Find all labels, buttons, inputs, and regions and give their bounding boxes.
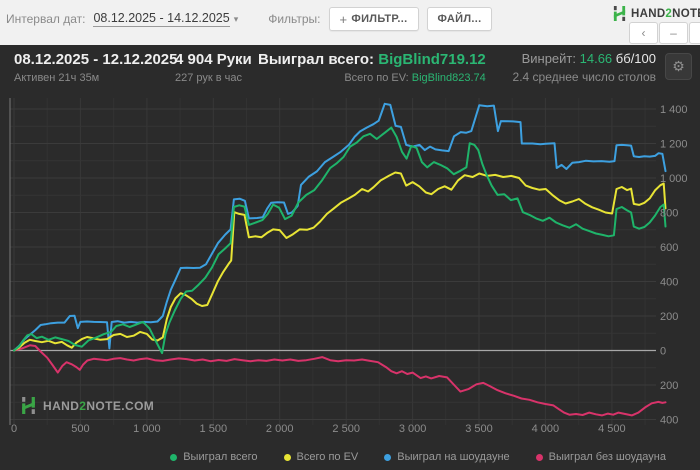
winnings-chart[interactable]: 1 400 1 200 1 000 800 600 400 200 0 200 400 0 500 1 …: [0, 90, 700, 442]
chevron-down-icon: ▾: [233, 13, 239, 24]
hands-count: 4 904 Руки: [175, 51, 252, 68]
winrate-block: Винрейт: 14.66 бб/100 2.4 среднее число …: [513, 51, 656, 84]
winnings-chart-svg[interactable]: 1 400 1 200 1 000 800 600 400 200 0 200 400 0 500 1 …: [0, 90, 700, 442]
y-axis-tick-label: 400: [660, 277, 678, 289]
legend-item[interactable]: Всего по EV: [283, 451, 359, 463]
top-toolbar: Интервал дат: 08.12.2025 - 14.12.2025 ▾ …: [0, 0, 700, 45]
avg-tables: 2.4 среднее число столов: [512, 70, 656, 84]
legend-dot-icon: [535, 453, 543, 461]
won-total-value: BigBlind719.12: [378, 51, 486, 68]
report-date-range: 08.12.2025 - 12.12.2025: [14, 51, 178, 68]
report-date-block: 08.12.2025 - 12.12.2025 Активен 21ч 35м: [14, 51, 177, 84]
gear-icon: ⚙: [672, 58, 685, 74]
y-axis-tick-label: 200: [660, 380, 678, 392]
y-axis-tick-label: 800: [660, 208, 678, 220]
file-button-label: ФАЙЛ...: [437, 13, 482, 25]
winrate-units: бб/100: [615, 51, 656, 66]
x-axis-tick-label: 4 500: [598, 423, 626, 435]
back-icon: ‹: [641, 26, 646, 40]
legend-dot-icon: [283, 453, 291, 461]
winrate-line: Винрейт: 14.66 бб/100: [521, 51, 656, 66]
nav-more-button[interactable]: ›: [689, 22, 700, 44]
x-axis-tick-label: 4 000: [532, 423, 560, 435]
y-axis-tick-label: 1 000: [660, 173, 688, 185]
x-axis-tick-label: 3 000: [399, 423, 427, 435]
winrate-value: 14.66: [579, 51, 613, 66]
plus-icon: +: [339, 11, 348, 27]
interval-label: Интервал дат:: [6, 12, 86, 26]
y-axis-tick-label: 1 400: [660, 104, 688, 116]
minimize-icon: –: [670, 26, 677, 40]
filters-label: Фильтры:: [268, 12, 321, 26]
series-line: [13, 126, 667, 355]
hand2note-watermark-icon: [22, 397, 35, 414]
x-axis-tick-label: 2 000: [266, 423, 294, 435]
ev-total-value: BigBlind823.74: [411, 72, 486, 84]
filter-button[interactable]: + ФИЛЬТР...: [328, 7, 419, 31]
x-axis-tick-label: 0: [11, 423, 17, 435]
legend-item[interactable]: Выиграл без шоудауна: [535, 451, 666, 463]
hand2note-app: { "topbar": { "interval_label": "Интерва…: [0, 0, 700, 470]
y-axis-tick-label: 1 200: [660, 139, 688, 151]
date-range-value[interactable]: 08.12.2025 - 14.12.2025: [93, 11, 230, 27]
report-panel: 08.12.2025 - 12.12.2025 Активен 21ч 35м …: [0, 45, 700, 470]
hand2note-logo-icon: [613, 6, 626, 21]
nav-back-button[interactable]: ‹: [629, 22, 658, 44]
hands-per-hour: 227 рук в час: [175, 72, 243, 84]
chart-legend: Выиграл всего Всего по EV Выиграл на шоуда…: [0, 451, 700, 463]
legend-label: Выиграл всего: [183, 451, 258, 463]
y-axis-tick-label: 200: [660, 311, 678, 323]
legend-label: Выиграл на шоудауне: [397, 451, 510, 463]
x-axis-tick-label: 1 000: [133, 423, 161, 435]
y-axis-tick-label: 400: [660, 415, 678, 427]
y-axis-tick-label: 0: [660, 346, 666, 358]
ev-total-line: Всего по EV: BigBlind823.74: [344, 72, 486, 84]
settings-button[interactable]: ⚙: [665, 53, 692, 80]
y-axis-tick-label: 600: [660, 242, 678, 254]
date-range-select[interactable]: 08.12.2025 - 14.12.2025 ▾: [93, 11, 238, 27]
watermark-text: HAND2NOTE.COM: [43, 398, 155, 413]
legend-item[interactable]: Выиграл всего: [170, 451, 258, 463]
x-axis-tick-label: 1 500: [200, 423, 228, 435]
filter-button-label: ФИЛЬТР...: [351, 13, 408, 25]
legend-dot-icon: [170, 453, 178, 461]
legend-dot-icon: [384, 453, 392, 461]
nav-minimize-button[interactable]: –: [659, 22, 688, 44]
legend-label: Всего по EV: [296, 451, 359, 463]
x-axis-tick-label: 2 500: [332, 423, 360, 435]
x-axis-tick-label: 3 500: [465, 423, 493, 435]
won-total-line: Выиграл всего: BigBlind719.12: [258, 51, 486, 68]
hands-block: 4 904 Руки 227 рук в час: [175, 51, 252, 84]
chart-watermark: HAND2NOTE.COM: [20, 397, 154, 414]
legend-label: Выиграл без шоудауна: [548, 451, 666, 463]
active-time: Активен 21ч 35м: [14, 72, 100, 84]
hand2note-logo: HAND2NOTE.COM: [612, 6, 700, 21]
winnings-block: Выиграл всего: BigBlind719.12 Всего по E…: [258, 51, 486, 84]
hand2note-logo-text: HAND2NOTE.COM: [631, 7, 700, 20]
legend-item[interactable]: Выиграл на шоудауне: [384, 451, 510, 463]
file-button[interactable]: ФАЙЛ...: [426, 7, 493, 31]
x-axis-tick-label: 500: [71, 423, 89, 435]
